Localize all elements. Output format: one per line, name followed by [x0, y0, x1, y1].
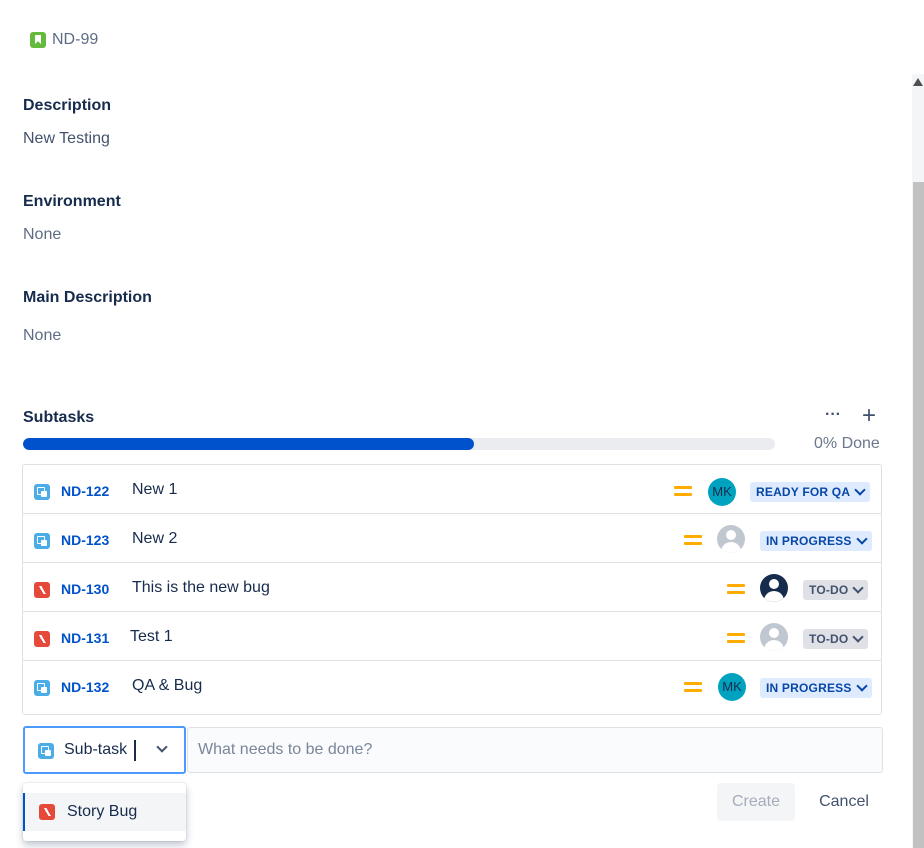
subtask-summary[interactable]: QA & Bug	[132, 677, 202, 695]
main-description-label: Main Description	[23, 289, 152, 306]
status-dropdown[interactable]: READY FOR QA	[750, 482, 871, 502]
bug-icon	[34, 582, 50, 598]
status-label: TO-DO	[809, 632, 849, 646]
status-label: READY FOR QA	[756, 485, 851, 499]
issue-type-select[interactable]: Sub-task	[23, 726, 186, 774]
cancel-button[interactable]: Cancel	[806, 783, 882, 821]
priority-medium-icon	[684, 682, 702, 692]
status-label: TO-DO	[809, 583, 849, 597]
issue-key-text: ND-99	[52, 31, 99, 48]
chevron-down-icon	[852, 582, 865, 594]
subtask-key[interactable]: ND-123	[61, 532, 109, 548]
chevron-down-icon[interactable]	[156, 741, 168, 753]
subtask-key[interactable]: ND-131	[61, 630, 109, 646]
subtask-summary-input[interactable]	[187, 727, 883, 773]
subtask-row[interactable]: ND-130 This is the new bug TO-DO	[23, 563, 881, 612]
text-caret	[134, 740, 136, 761]
main-description-value[interactable]: None	[23, 327, 61, 345]
subtask-summary[interactable]: This is the new bug	[132, 579, 270, 597]
status-dropdown[interactable]: IN PROGRESS	[760, 531, 872, 551]
subtasks-more-button[interactable]: ···	[822, 404, 844, 428]
unassigned-avatar-icon[interactable]	[760, 623, 788, 651]
subtask-summary[interactable]: Test 1	[130, 628, 173, 646]
add-subtask-button[interactable]: +	[858, 404, 880, 428]
environment-value[interactable]: None	[23, 226, 61, 244]
chevron-down-icon	[852, 631, 865, 643]
subtask-icon	[34, 680, 50, 696]
scroll-up-arrow[interactable]	[913, 78, 923, 86]
create-button[interactable]: Create	[717, 783, 795, 821]
issue-type-label: Sub-task	[64, 741, 128, 758]
bug-icon	[34, 631, 50, 647]
subtask-key[interactable]: ND-122	[61, 483, 109, 499]
priority-medium-icon	[727, 584, 745, 594]
subtask-key[interactable]: ND-130	[61, 581, 109, 597]
chevron-down-icon	[854, 484, 866, 496]
description-value[interactable]: New Testing	[23, 130, 110, 148]
issue-type-dropdown: Story Bug	[23, 783, 186, 841]
dropdown-option-story-bug[interactable]: Story Bug	[23, 793, 186, 831]
unassigned-avatar-icon[interactable]	[760, 574, 788, 602]
subtask-row[interactable]: ND-131 Test 1 TO-DO	[23, 612, 881, 661]
subtask-row[interactable]: ND-132 QA & Bug MK IN PROGRESS	[23, 661, 881, 710]
story-icon	[30, 32, 46, 48]
priority-medium-icon	[684, 535, 702, 545]
subtask-row[interactable]: ND-122 New 1 MK READY FOR QA	[23, 465, 881, 514]
unassigned-avatar-icon[interactable]	[717, 525, 745, 553]
subtask-list: ND-122 New 1 MK READY FOR QA ND-123 New …	[22, 464, 882, 715]
subtask-icon	[34, 533, 50, 549]
subtask-icon	[34, 484, 50, 500]
avatar[interactable]: MK	[718, 673, 746, 701]
priority-medium-icon	[674, 486, 692, 496]
subtask-row[interactable]: ND-123 New 2 IN PROGRESS	[23, 514, 881, 563]
issue-key-link[interactable]: ND-99	[30, 31, 98, 49]
environment-label: Environment	[23, 193, 121, 210]
subtask-icon	[38, 743, 54, 759]
status-label: IN PROGRESS	[766, 534, 852, 548]
chevron-down-icon	[855, 533, 868, 545]
scrollbar-thumb[interactable]	[913, 182, 924, 848]
status-dropdown[interactable]: IN PROGRESS	[760, 678, 872, 698]
progress-text: 0% Done	[814, 435, 880, 452]
bug-icon	[39, 804, 55, 820]
subtask-key[interactable]: ND-132	[61, 679, 109, 695]
status-dropdown[interactable]: TO-DO	[803, 629, 869, 649]
subtasks-title: Subtasks	[23, 409, 95, 426]
avatar[interactable]: MK	[708, 478, 736, 506]
progress-fill	[23, 438, 475, 450]
chevron-down-icon	[855, 680, 868, 692]
priority-medium-icon	[727, 633, 745, 643]
status-dropdown[interactable]: TO-DO	[803, 580, 869, 600]
status-label: IN PROGRESS	[766, 681, 852, 695]
subtask-summary[interactable]: New 1	[132, 481, 177, 499]
dropdown-option-label: Story Bug	[67, 803, 138, 820]
subtask-summary[interactable]: New 2	[132, 530, 177, 548]
subtasks-progress-bar	[23, 438, 775, 450]
description-label: Description	[23, 97, 112, 114]
